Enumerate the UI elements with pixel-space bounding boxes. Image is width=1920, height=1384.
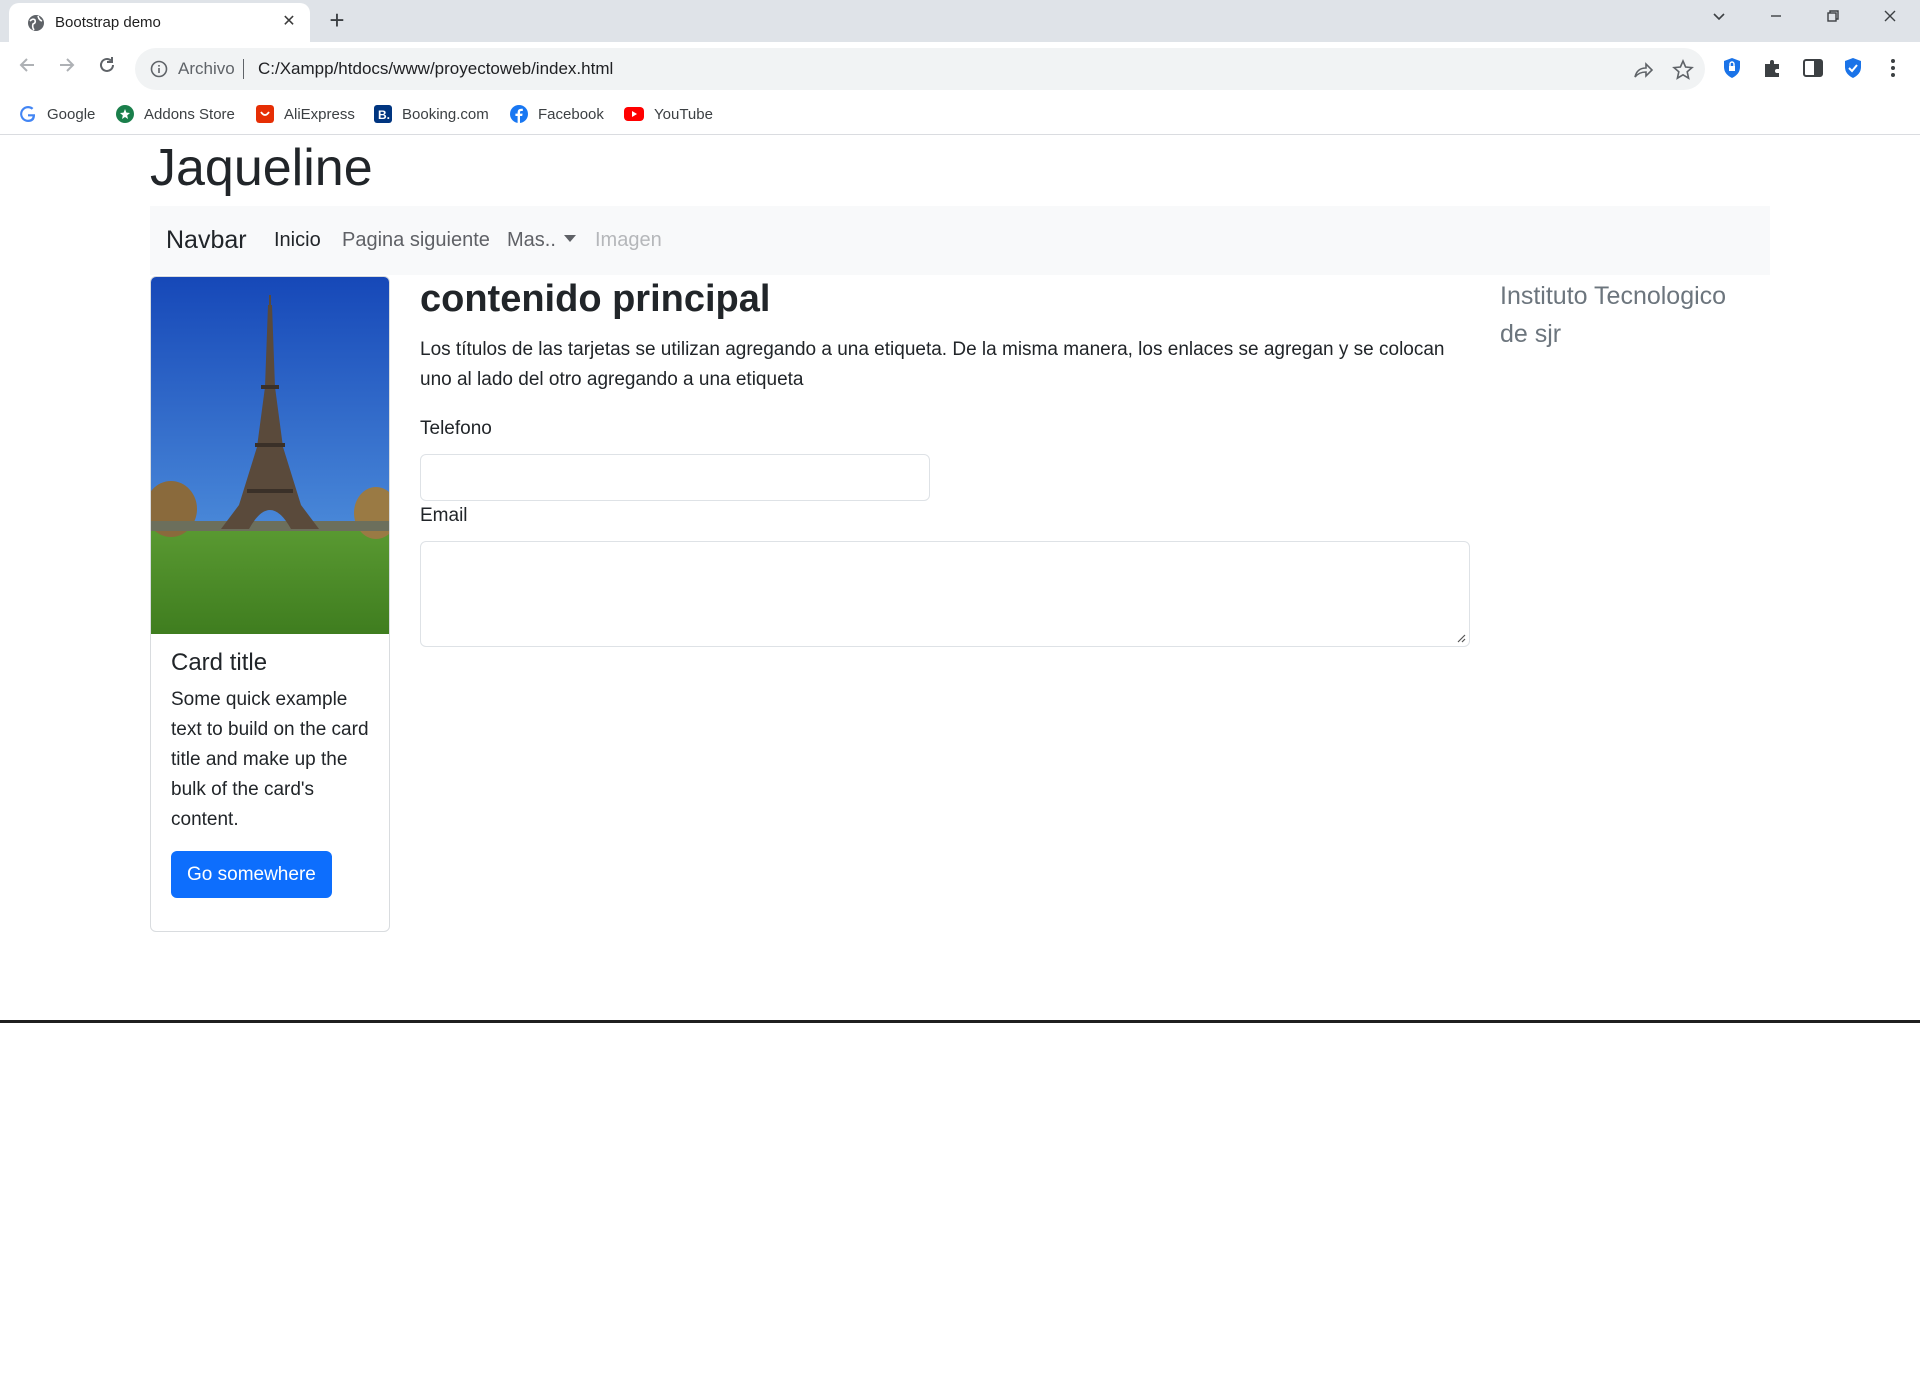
divider [0, 1020, 1920, 1023]
browser-tab[interactable]: Bootstrap demo ✕ [9, 3, 310, 42]
bookmark-label: Addons Store [144, 105, 235, 123]
bookmark-label: AliExpress [284, 105, 355, 123]
restore-icon[interactable] [1815, 5, 1851, 35]
address-bar[interactable]: Archivo C:/Xampp/htdocs/www/proyectoweb/… [135, 48, 1705, 90]
page-content: Jaqueline Navbar Inicio Pagina siguiente… [0, 136, 1920, 1384]
aside-text: Instituto Tecnologico de sjr [1500, 282, 1727, 348]
puzzle-icon[interactable] [1761, 56, 1785, 80]
bookmark-google[interactable]: Google [19, 103, 95, 125]
nav-dropdown-label: Mas.. [507, 229, 556, 251]
bookmark-addons-store[interactable]: Addons Store [116, 103, 235, 125]
bookmark-aliexpress[interactable]: AliExpress [256, 103, 355, 125]
chevron-down-icon[interactable] [1701, 5, 1737, 35]
globe-icon [28, 15, 44, 31]
forward-icon[interactable] [52, 54, 82, 84]
browser-toolbar: Archivo C:/Xampp/htdocs/www/proyectoweb/… [0, 42, 1920, 94]
bookmark-booking[interactable]: B. Booking.com [374, 103, 489, 125]
bookmarks-bar: Google Addons Store AliExpress B. Bookin… [0, 94, 1920, 135]
phone-field[interactable] [420, 454, 930, 501]
bookmark-facebook[interactable]: Facebook [510, 103, 604, 125]
facebook-icon [510, 105, 528, 123]
bookmark-label: Facebook [538, 105, 604, 123]
bookmark-youtube[interactable]: YouTube [624, 103, 713, 125]
kebab-menu-icon[interactable] [1881, 56, 1905, 80]
address-scheme: Archivo [178, 59, 235, 78]
email-field[interactable] [420, 541, 1470, 647]
reload-icon[interactable] [92, 54, 122, 84]
nav-link-pagina-siguiente[interactable]: Pagina siguiente [342, 229, 490, 252]
nav-link-inicio[interactable]: Inicio [274, 229, 321, 252]
addons-store-icon [116, 105, 134, 123]
main-text: Los títulos de las tarjetas se utilizan … [420, 339, 1445, 390]
eiffel-tower-image [151, 277, 389, 634]
resize-handle-icon[interactable] [1456, 633, 1466, 643]
card-title: Card title [171, 649, 268, 676]
main-heading: contenido principal [420, 278, 771, 320]
nav-link-imagen: Imagen [595, 229, 662, 251]
bookmark-label: YouTube [654, 105, 713, 123]
info-icon[interactable] [150, 60, 168, 78]
bookmark-label: Google [47, 105, 96, 123]
site-navbar: Navbar Inicio Pagina siguiente Mas.. Ima… [150, 206, 1770, 275]
youtube-icon [624, 107, 644, 121]
close-icon[interactable]: ✕ [279, 12, 299, 32]
tab-title: Bootstrap demo [55, 14, 161, 31]
svg-text:B.: B. [378, 108, 390, 122]
phone-label: Telefono [420, 418, 492, 439]
minimize-icon[interactable] [1758, 5, 1794, 35]
side-panel-icon[interactable] [1801, 56, 1825, 80]
tab-strip: Bootstrap demo ✕ + [0, 0, 1920, 42]
aliexpress-icon [256, 105, 274, 123]
star-icon[interactable] [1672, 59, 1694, 81]
go-somewhere-button[interactable]: Go somewhere [171, 851, 332, 898]
address-url[interactable]: C:/Xampp/htdocs/www/proyectoweb/index.ht… [258, 59, 613, 79]
card-text: Some quick example text to build on the … [171, 689, 369, 830]
email-label: Email [420, 505, 468, 526]
navbar-brand[interactable]: Navbar [166, 226, 247, 255]
share-icon[interactable] [1632, 59, 1654, 81]
card: Card title Some quick example text to bu… [150, 276, 390, 932]
new-tab-button[interactable]: + [323, 7, 351, 35]
back-icon[interactable] [12, 54, 42, 84]
site-title: Jaqueline [150, 139, 373, 197]
card-body: Card title Some quick example text to bu… [171, 645, 376, 898]
window-close-icon[interactable] [1872, 5, 1908, 35]
shield-lock-icon[interactable] [1720, 56, 1744, 80]
address-separator [243, 59, 244, 79]
shield-check-icon[interactable] [1841, 56, 1865, 80]
booking-icon: B. [374, 105, 392, 123]
caret-down-icon [563, 235, 576, 242]
google-icon [20, 106, 36, 122]
nav-dropdown-mas[interactable]: Mas.. [507, 229, 576, 252]
bookmark-label: Booking.com [402, 105, 489, 123]
